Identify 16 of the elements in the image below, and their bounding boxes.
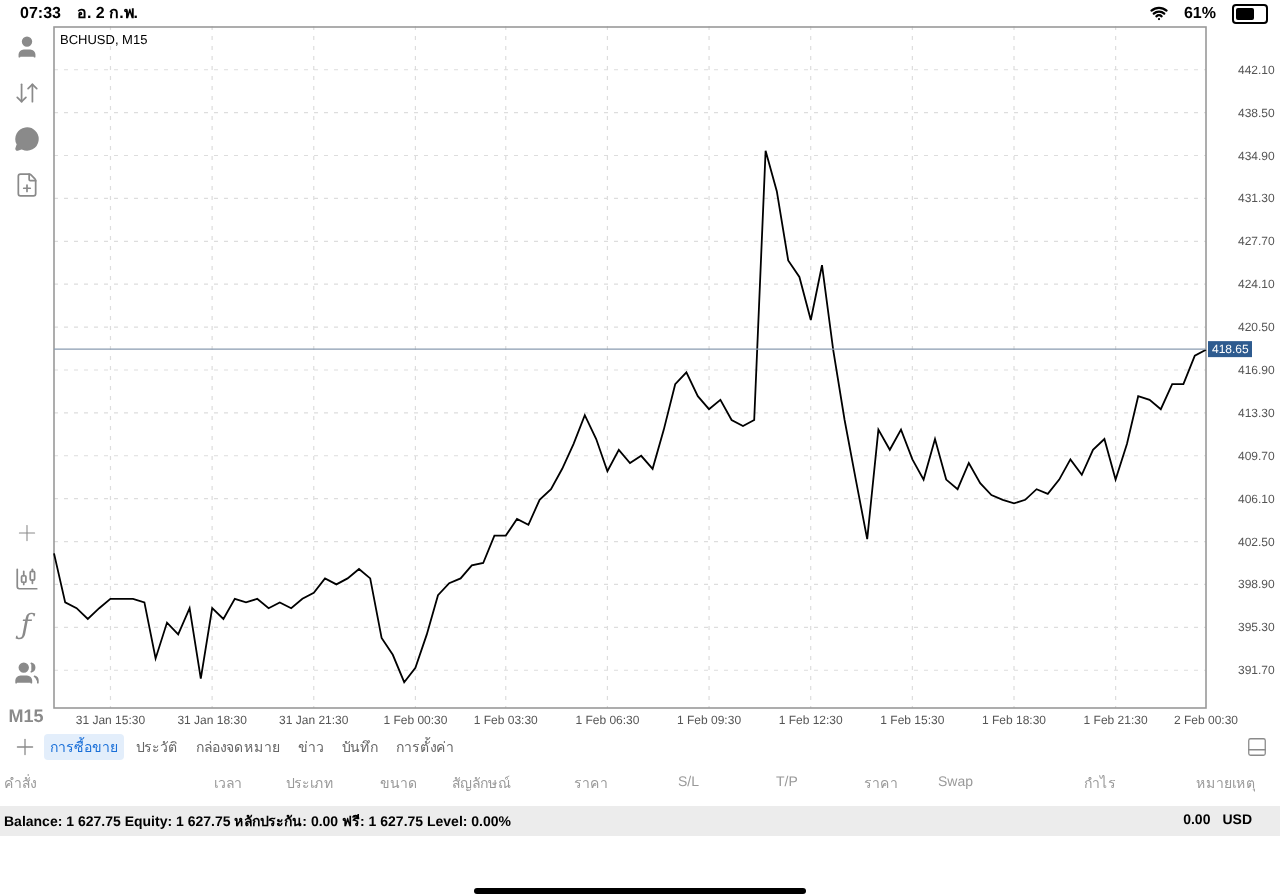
function-icon[interactable]: ƒ (20, 612, 32, 641)
arrows-icon[interactable] (13, 80, 39, 107)
wifi-icon (1149, 4, 1168, 23)
chat-icon[interactable] (13, 126, 39, 153)
panel-icon[interactable] (1246, 736, 1268, 759)
add-icon[interactable] (12, 734, 38, 761)
timeframe-label[interactable]: M15 (8, 706, 44, 727)
person-icon[interactable] (13, 34, 39, 61)
crosshair-icon[interactable] (13, 520, 39, 547)
people-icon[interactable] (13, 660, 39, 687)
battery-icon (1232, 3, 1268, 24)
battery-percent: 61% (1183, 4, 1216, 23)
date: อ. 2 ก.พ. (76, 2, 139, 27)
candlestick-icon[interactable] (13, 566, 39, 593)
clock: 07:33 (20, 4, 61, 23)
add-document-icon[interactable] (13, 172, 39, 199)
